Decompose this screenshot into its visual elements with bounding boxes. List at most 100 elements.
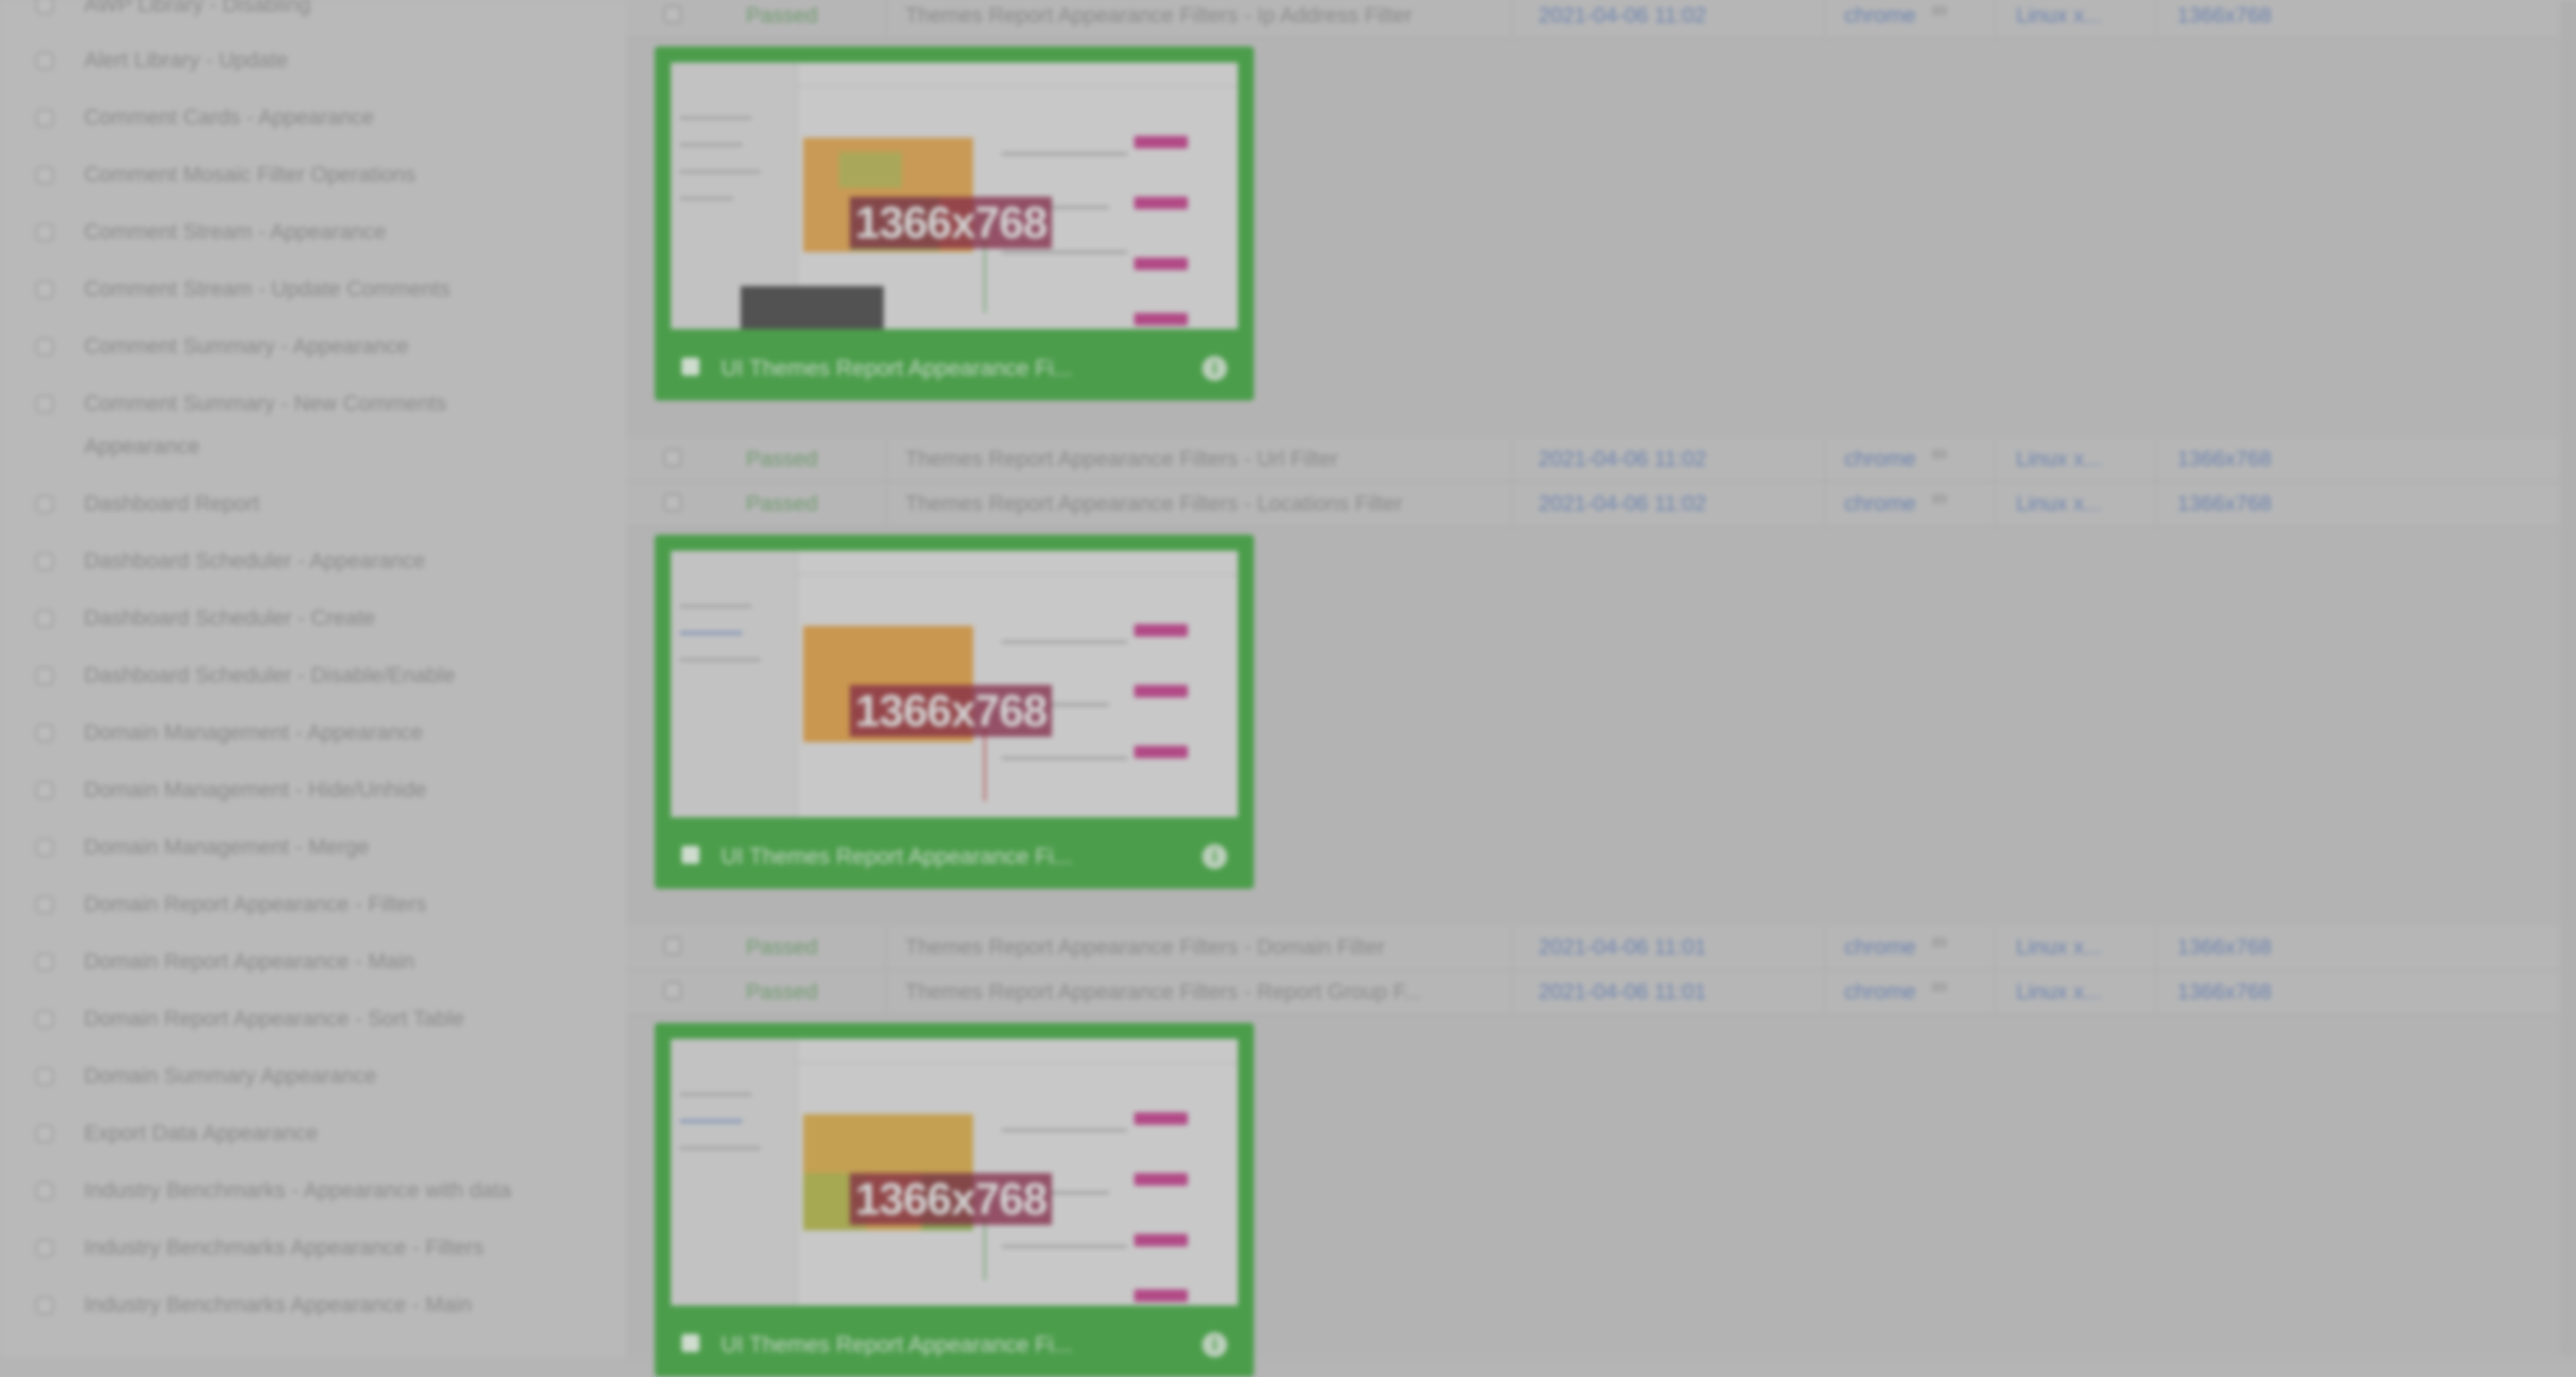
sidebar-item-label: Alert Library - Update [84, 48, 289, 72]
sidebar-checkbox[interactable] [36, 281, 54, 299]
screenshot-card[interactable]: 1366x768 UI Themes Report Appearance Fi.… [655, 1023, 1254, 1377]
sidebar-item[interactable]: Industry Benchmarks Appearance - Main [36, 1293, 608, 1327]
sidebar-checkbox[interactable] [36, 1239, 54, 1257]
os-link[interactable]: Linux x... [2016, 980, 2102, 1005]
column-divider [1825, 483, 1826, 526]
row-checkbox[interactable] [664, 5, 682, 23]
sidebar-checkbox[interactable] [36, 1297, 54, 1314]
resolution-link[interactable]: 1366x768 [2177, 447, 2271, 472]
sidebar-checkbox[interactable] [36, 839, 54, 857]
thumb-badge [1134, 1173, 1188, 1186]
info-icon[interactable]: i [1202, 844, 1227, 869]
os-link[interactable]: Linux x... [2016, 4, 2102, 29]
info-icon[interactable]: i [1202, 1332, 1227, 1357]
resolution-link[interactable]: 1366x768 [2177, 935, 2271, 960]
scrollbar[interactable] [2560, 0, 2576, 1357]
resolution-link[interactable]: 1366x768 [2177, 4, 2271, 29]
sidebar-item[interactable]: Comment Cards - Appearance [36, 106, 608, 139]
sidebar-checkbox[interactable] [36, 1068, 54, 1086]
browser-link[interactable]: chrome [1844, 935, 1916, 960]
sidebar-item[interactable]: Domain Management - Hide/Unhide [36, 778, 608, 812]
sidebar-item[interactable]: Dashboard Scheduler - Disable/Enable [36, 663, 608, 697]
screenshot-thumbnail[interactable]: 1366x768 [671, 63, 1238, 329]
resolution-link[interactable]: 1366x768 [2177, 980, 2271, 1005]
sidebar-item-label: Dashboard Scheduler - Disable/Enable [84, 663, 455, 688]
row-checkbox[interactable] [664, 982, 682, 1000]
resolution-link[interactable]: 1366x768 [2177, 492, 2271, 517]
thumb-badge [1134, 258, 1188, 270]
sidebar-item[interactable]: AWP Library - Disabling [36, 0, 608, 27]
browser-link[interactable]: chrome [1844, 4, 1916, 29]
os-link[interactable]: Linux x... [2016, 447, 2102, 472]
sidebar-item[interactable]: Domain Management - Merge [36, 835, 608, 869]
table-row[interactable]: Passed Themes Report Appearance Filters … [626, 483, 2576, 527]
sidebar-checkbox[interactable] [36, 896, 54, 914]
sidebar-checkbox[interactable] [36, 224, 54, 241]
row-checkbox[interactable] [664, 449, 682, 467]
sidebar-item[interactable]: Dashboard Report [36, 492, 608, 526]
sidebar-checkbox[interactable] [36, 724, 54, 742]
sidebar-item[interactable]: Domain Management - Appearance [36, 721, 608, 755]
sidebar-checkbox[interactable] [36, 338, 54, 356]
sidebar-checkbox[interactable] [36, 553, 54, 570]
sidebar-checkbox[interactable] [36, 667, 54, 685]
browser-link[interactable]: chrome [1844, 980, 1916, 1005]
card-checkbox[interactable] [682, 846, 699, 864]
sidebar-item[interactable]: Dashboard Scheduler - Appearance [36, 549, 608, 583]
card-title[interactable]: UI Themes Report Appearance Fi... [721, 844, 1072, 870]
results-panel: Passed Themes Report Appearance Filters … [626, 0, 2576, 1377]
sidebar-item[interactable]: Alert Library - Update [36, 48, 608, 82]
sidebar-item[interactable]: Comment Stream - Appearance [36, 220, 608, 254]
sidebar-item[interactable]: Industry Benchmarks Appearance - Filters [36, 1236, 608, 1270]
screenshot-thumbnail[interactable]: 1366x768 [671, 1039, 1238, 1305]
sidebar-item[interactable]: Comment Summary - Appearance [36, 334, 608, 368]
sidebar-item[interactable]: Domain Report Appearance - Filters [36, 892, 608, 926]
test-name-cell: Themes Report Appearance Filters - Repor… [905, 980, 1422, 1004]
sidebar-item[interactable]: Comment Mosaic Filter Operations [36, 163, 608, 197]
sidebar-item[interactable]: Export Data Appearance [36, 1121, 608, 1155]
sidebar-item[interactable]: Dashboard Scheduler - Create [36, 606, 608, 640]
sidebar-checkbox[interactable] [36, 1010, 54, 1028]
table-row[interactable]: Passed Themes Report Appearance Filters … [626, 438, 2576, 482]
screenshot-thumbnail[interactable]: 1366x768 [671, 551, 1238, 817]
date-link[interactable]: 2021-04-06 11:02 [1538, 492, 1707, 517]
sidebar-checkbox[interactable] [36, 495, 54, 513]
date-link[interactable]: 2021-04-06 11:02 [1538, 447, 1707, 472]
card-checkbox[interactable] [682, 1334, 699, 1352]
row-checkbox[interactable] [664, 937, 682, 955]
row-checkbox[interactable] [664, 494, 682, 511]
sidebar-item[interactable]: Domain Report Appearance - Main [36, 950, 608, 984]
date-link[interactable]: 2021-04-06 11:02 [1538, 4, 1707, 29]
sidebar-checkbox[interactable] [36, 1182, 54, 1200]
column-divider [1825, 926, 1826, 969]
sidebar-checkbox[interactable] [36, 1125, 54, 1143]
os-link[interactable]: Linux x... [2016, 492, 2102, 517]
table-row[interactable]: Passed Themes Report Appearance Filters … [626, 926, 2576, 970]
table-row[interactable]: Passed Themes Report Appearance Filters … [626, 0, 2576, 38]
sidebar-item[interactable]: Comment Stream - Update Comments [36, 277, 608, 311]
sidebar-item[interactable]: Industry Benchmarks - Appearance with da… [36, 1178, 608, 1212]
screenshot-card[interactable]: 1366x768 UI Themes Report Appearance Fi.… [655, 535, 1254, 889]
sidebar-checkbox[interactable] [36, 395, 54, 413]
browser-link[interactable]: chrome [1844, 492, 1916, 517]
sidebar-checkbox[interactable] [36, 610, 54, 628]
sidebar-checkbox[interactable] [36, 781, 54, 799]
sidebar-checkbox[interactable] [36, 109, 54, 127]
screenshot-card[interactable]: 1366x768 UI Themes Report Appearance Fi.… [655, 46, 1254, 401]
date-link[interactable]: 2021-04-06 11:01 [1538, 935, 1707, 960]
table-row[interactable]: Passed Themes Report Appearance Filters … [626, 971, 2576, 1015]
sidebar-checkbox[interactable] [36, 166, 54, 184]
sidebar-checkbox[interactable] [36, 0, 54, 14]
os-link[interactable]: Linux x... [2016, 935, 2102, 960]
sidebar-checkbox[interactable] [36, 52, 54, 70]
card-checkbox[interactable] [682, 358, 699, 376]
card-title[interactable]: UI Themes Report Appearance Fi... [721, 1332, 1072, 1358]
date-link[interactable]: 2021-04-06 11:01 [1538, 980, 1707, 1005]
info-icon[interactable]: i [1202, 356, 1227, 381]
sidebar-item[interactable]: Domain Summary Appearance [36, 1064, 608, 1098]
card-title[interactable]: UI Themes Report Appearance Fi... [721, 356, 1072, 382]
sidebar-item[interactable]: Comment Summary - New Comments Appearanc… [36, 392, 608, 469]
sidebar-item[interactable]: Domain Report Appearance - Sort Table [36, 1007, 608, 1041]
sidebar-checkbox[interactable] [36, 953, 54, 971]
browser-link[interactable]: chrome [1844, 447, 1916, 472]
